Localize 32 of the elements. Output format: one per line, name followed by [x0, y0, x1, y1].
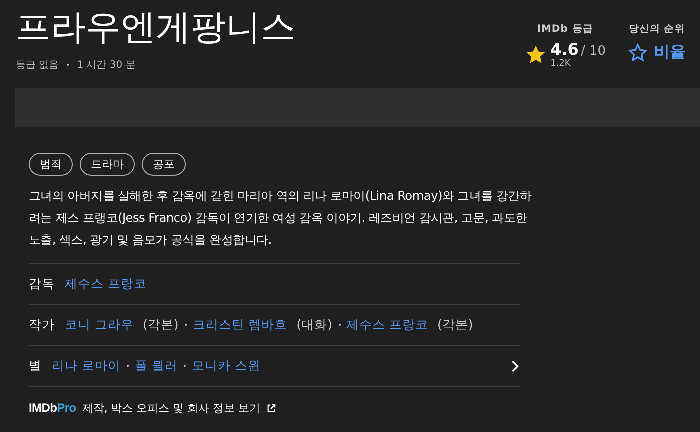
person-link[interactable]: 폴 뮐러 — [134, 358, 178, 374]
pro-link[interactable]: 제작, 박스 오피스 및 회사 정보 보기 — [82, 400, 261, 416]
role-note: (대화) — [296, 316, 332, 334]
role-note: (각본) — [142, 316, 179, 334]
person-link[interactable]: 크리스틴 렘바흐 — [192, 316, 288, 334]
rating-label: 당신의 순위 — [628, 23, 686, 36]
external-link-icon — [266, 404, 276, 412]
person-link[interactable]: 리나 로마이 — [52, 358, 121, 374]
credit-label: 작가 — [29, 316, 55, 334]
vote-count: 1.2K — [550, 59, 572, 69]
rating-score: 4.6 — [550, 40, 579, 59]
star-outline-icon — [628, 42, 648, 62]
person-link[interactable]: 모니카 스윈 — [192, 358, 261, 374]
movie-title: 프라우엔게팡니스 — [16, 7, 296, 50]
credit-label: 감독 — [29, 276, 55, 292]
rating-scale: / 10 — [580, 44, 606, 59]
person-link[interactable]: 제수스 프랑코 — [65, 276, 147, 292]
chevron-right-icon[interactable] — [511, 360, 520, 372]
person-link[interactable]: 코니 그라우 — [65, 316, 134, 334]
credit-label: 별 — [29, 358, 42, 374]
star-icon — [524, 44, 547, 66]
meta-text: 등급 없음 — [16, 59, 60, 72]
genre-chip[interactable]: 범죄 — [29, 153, 73, 176]
plot-text: 그녀의 아버지를 살해한 후 감옥에 갇힌 마리아 역의 리나 로마이(Lina Romay)와 그녀를 강간하려는 제스 프랭코(Jess Franco) 감독이 연기한 여성 감옥 이야기. 레즈비언 감시관, 고문, 과도한 노출, 섹스, 광기 및 음모가 공식을 완성합니다. — [29, 188, 533, 249]
rating-label: IMDb 등급 — [537, 23, 594, 36]
role-note: (각본) — [437, 316, 474, 334]
imdbpro-logo[interactable]: IMDbPro — [29, 401, 76, 415]
person-link[interactable]: 제수스 프랑코 — [346, 316, 428, 334]
genre-chip[interactable]: 공포 — [142, 153, 186, 176]
rate-button[interactable]: 비율 — [628, 40, 686, 65]
genre-chip[interactable]: 드라마 — [80, 153, 135, 176]
meta-text: 1 시간 30 분 — [77, 59, 136, 72]
